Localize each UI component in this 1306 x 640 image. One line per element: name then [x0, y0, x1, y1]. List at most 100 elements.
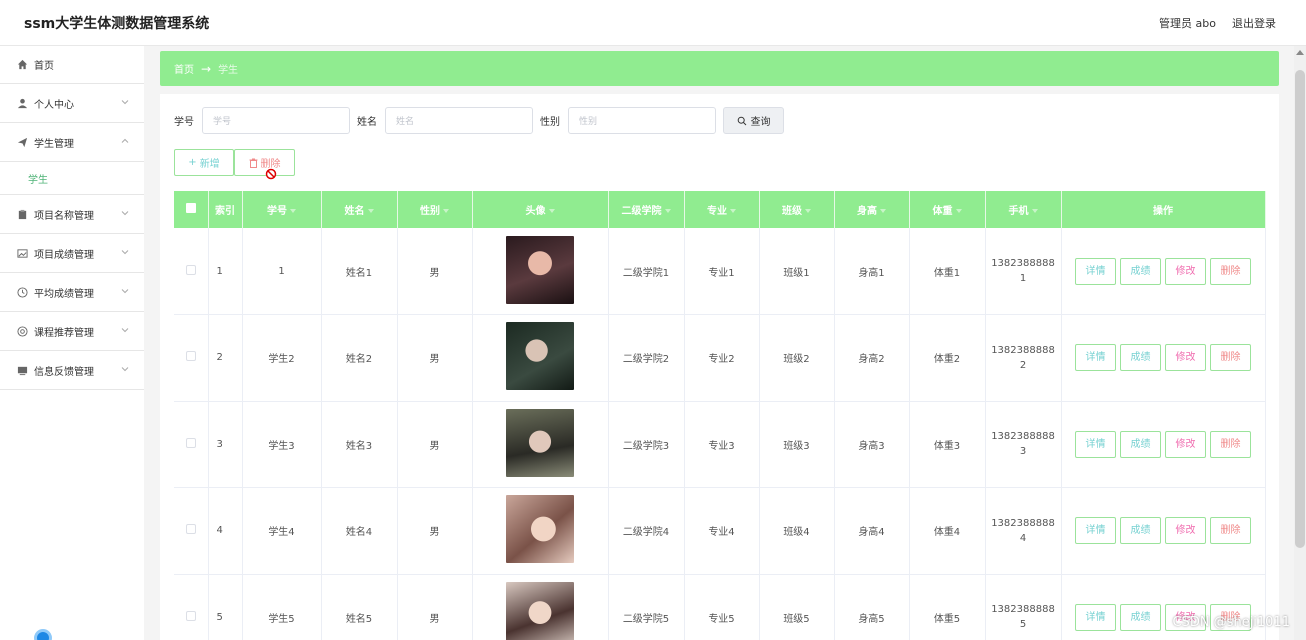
row-delete-button[interactable]: 删除	[1210, 257, 1251, 285]
avatar-image[interactable]	[506, 235, 574, 304]
search-input-name[interactable]: 姓名	[385, 107, 533, 134]
sidebar-item-home[interactable]: 首页	[0, 46, 144, 84]
sidebar-item-feedback[interactable]: 信息反馈管理	[0, 351, 144, 390]
column-header-phone[interactable]: 手机	[985, 191, 1062, 228]
row-delete-button[interactable]: 删除	[1210, 344, 1251, 372]
sidebar-item-student-mgmt[interactable]: 学生管理	[0, 123, 144, 162]
column-header-xuehao[interactable]: 学号	[242, 191, 322, 228]
select-all-header[interactable]	[174, 191, 209, 228]
sort-icon[interactable]	[548, 209, 555, 213]
logout-link[interactable]: 退出登录	[1232, 15, 1276, 31]
cell-college: 二级学院2	[608, 314, 685, 402]
page-scrollbar[interactable]	[1294, 46, 1306, 640]
cell-class: 班级2	[759, 314, 835, 402]
chevron-down-icon	[121, 100, 129, 105]
edit-button[interactable]: 修改	[1165, 344, 1206, 372]
row-select-cell[interactable]	[174, 401, 209, 488]
cell-weight: 体重5	[909, 574, 986, 640]
search-input-xuehao[interactable]: 学号	[202, 107, 350, 134]
sort-icon[interactable]	[664, 209, 671, 213]
row-delete-button[interactable]: 删除	[1210, 430, 1251, 458]
avatar-image[interactable]	[506, 495, 574, 564]
score-button[interactable]: 成绩	[1120, 517, 1161, 545]
edit-button[interactable]: 修改	[1165, 257, 1206, 285]
trash-icon	[249, 158, 257, 168]
cell-height: 身高4	[834, 487, 910, 575]
avatar-image[interactable]	[506, 408, 574, 477]
search-icon	[737, 116, 746, 125]
phone-line-1: 1382388888	[991, 517, 1055, 529]
cell-avatar	[472, 228, 609, 315]
row-select-cell[interactable]	[174, 228, 209, 315]
detail-button[interactable]: 详情	[1075, 344, 1116, 372]
score-button[interactable]: 成绩	[1120, 603, 1161, 631]
scroll-thumb[interactable]	[1295, 70, 1305, 548]
row-delete-button[interactable]: 删除	[1210, 517, 1251, 545]
detail-button[interactable]: 详情	[1075, 257, 1116, 285]
clipboard-icon	[16, 208, 28, 220]
row-checkbox[interactable]	[185, 437, 196, 448]
breadcrumb-home[interactable]: 首页	[174, 61, 194, 76]
column-header-major[interactable]: 专业	[684, 191, 760, 228]
sidebar-item-label: 首页	[34, 61, 54, 72]
sidebar-item-project-name[interactable]: 项目名称管理	[0, 195, 144, 234]
phone-line-2: 1	[1019, 273, 1027, 284]
search-input-gender[interactable]: 性别	[568, 107, 716, 134]
sidebar-item-label: 课程推荐管理	[34, 327, 94, 339]
floating-dot-icon[interactable]	[34, 629, 52, 640]
column-header-index: 索引	[208, 191, 243, 228]
sort-icon[interactable]	[443, 209, 449, 213]
score-button[interactable]: 成绩	[1120, 430, 1161, 458]
row-checkbox[interactable]	[185, 524, 196, 535]
detail-button[interactable]: 详情	[1075, 430, 1116, 458]
sort-icon[interactable]	[805, 209, 811, 213]
edit-button[interactable]: 修改	[1165, 517, 1206, 545]
select-all-checkbox[interactable]	[185, 203, 196, 213]
cell-operations: 详情 成绩 修改 删除	[1061, 314, 1266, 402]
sidebar-item-project-score[interactable]: 项目成绩管理	[0, 234, 144, 273]
row-checkbox[interactable]	[185, 264, 196, 275]
column-header-gender[interactable]: 性别	[397, 191, 473, 228]
sidebar-item-personal[interactable]: 个人中心	[0, 84, 144, 123]
column-header-class[interactable]: 班级	[759, 191, 835, 228]
avatar-image[interactable]	[506, 581, 574, 640]
sort-icon[interactable]	[290, 209, 296, 213]
detail-button[interactable]: 详情	[1075, 517, 1116, 545]
score-button[interactable]: 成绩	[1120, 344, 1161, 372]
sort-icon[interactable]	[880, 209, 886, 213]
batch-delete-button[interactable]: 删除	[234, 149, 295, 180]
cell-height: 身高5	[834, 574, 910, 640]
row-select-cell[interactable]	[174, 487, 209, 575]
score-button[interactable]: 成绩	[1120, 257, 1161, 285]
column-header-name[interactable]: 姓名	[321, 191, 398, 228]
chevron-down-icon	[121, 250, 129, 255]
row-select-cell[interactable]	[174, 574, 209, 640]
admin-label[interactable]: 管理员 abo	[1159, 15, 1216, 31]
cell-index: 1	[208, 228, 243, 315]
sort-icon[interactable]	[1031, 209, 1038, 213]
sidebar-item-average-score[interactable]: 平均成绩管理	[0, 273, 144, 312]
cell-xuehao: 1	[242, 228, 322, 315]
column-header-college[interactable]: 二级学院	[608, 191, 685, 228]
detail-button[interactable]: 详情	[1075, 603, 1116, 631]
sidebar-item-course-recommend[interactable]: 课程推荐管理	[0, 312, 144, 351]
sort-icon[interactable]	[955, 209, 962, 213]
cell-class: 班级5	[759, 574, 835, 640]
column-header-avatar[interactable]: 头像	[472, 191, 609, 228]
row-select-cell[interactable]	[174, 314, 209, 402]
cell-major: 专业2	[684, 314, 760, 402]
phone-line-2: 4	[1019, 532, 1027, 544]
column-header-weight[interactable]: 体重	[909, 191, 986, 228]
column-header-height[interactable]: 身高	[834, 191, 910, 228]
phone-line-1: 1382388888	[991, 258, 1055, 269]
row-checkbox[interactable]	[185, 351, 196, 362]
scroll-up-arrow-icon[interactable]	[1296, 50, 1304, 55]
avatar-image[interactable]	[506, 322, 574, 391]
sidebar-subitem-student[interactable]: 学生	[0, 162, 144, 195]
sort-icon[interactable]	[730, 209, 736, 213]
add-button[interactable]: + 新增	[174, 149, 234, 176]
query-button[interactable]: 查询	[723, 107, 784, 134]
sort-icon[interactable]	[367, 209, 374, 213]
edit-button[interactable]: 修改	[1165, 430, 1206, 458]
row-checkbox[interactable]	[185, 610, 196, 621]
